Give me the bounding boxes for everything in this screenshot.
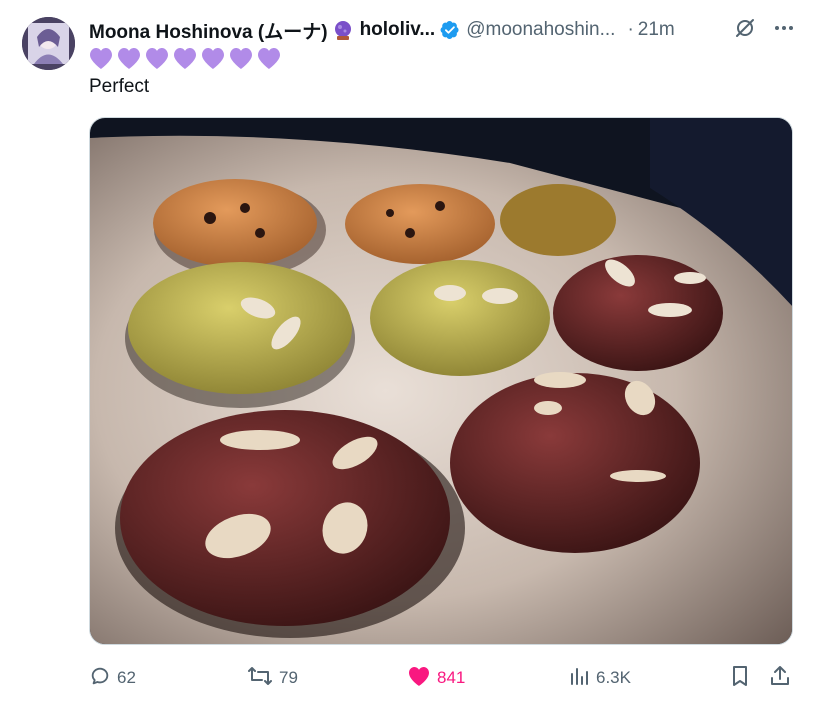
like-icon [407, 665, 431, 692]
grok-icon[interactable] [733, 16, 757, 45]
reply-icon [89, 665, 111, 692]
share-icon [769, 665, 791, 692]
verified-icon [440, 20, 460, 40]
share-button[interactable] [769, 664, 791, 692]
purple-heart-icon [146, 48, 168, 69]
affiliation-label[interactable]: hololiv... [360, 19, 436, 41]
bookmark-button[interactable] [729, 664, 751, 692]
purple-moon-emoji-icon [332, 19, 354, 41]
avatar[interactable] [22, 17, 75, 70]
purple-heart-icon [202, 48, 224, 69]
bookmark-icon [729, 665, 751, 692]
purple-heart-icon [258, 48, 280, 69]
repost-icon [247, 665, 273, 692]
action-bar: 62 79 841 6.3K [89, 664, 793, 692]
purple-heart-icon [230, 48, 252, 69]
post-text: Perfect [89, 76, 150, 97]
like-count: 841 [437, 668, 466, 687]
repost-count: 79 [279, 668, 298, 687]
post-photo[interactable] [89, 117, 793, 645]
purple-hearts [89, 47, 282, 71]
like-button[interactable]: 841 [407, 664, 465, 692]
repost-button[interactable]: 79 [247, 664, 298, 692]
views-icon [568, 665, 590, 692]
purple-heart-icon [174, 48, 196, 69]
timestamp[interactable]: 21m [638, 19, 675, 41]
cookies-photo [90, 118, 792, 644]
display-name[interactable]: Moona Hoshinova (ムーナ) [89, 17, 328, 44]
more-icon[interactable] [773, 17, 795, 44]
purple-heart-icon [118, 48, 140, 69]
views-button[interactable]: 6.3K [568, 664, 631, 692]
handle[interactable]: @moonahoshin... [466, 19, 615, 41]
separator-dot: · [627, 19, 634, 40]
reply-count: 62 [117, 668, 136, 687]
post-header: Moona Hoshinova (ムーナ) hololiv... @moonah… [89, 16, 795, 44]
purple-heart-icon [90, 48, 112, 69]
reply-button[interactable]: 62 [89, 664, 136, 692]
purple-heart-icons [90, 48, 280, 69]
avatar-image [22, 17, 75, 70]
views-count: 6.3K [596, 668, 631, 687]
